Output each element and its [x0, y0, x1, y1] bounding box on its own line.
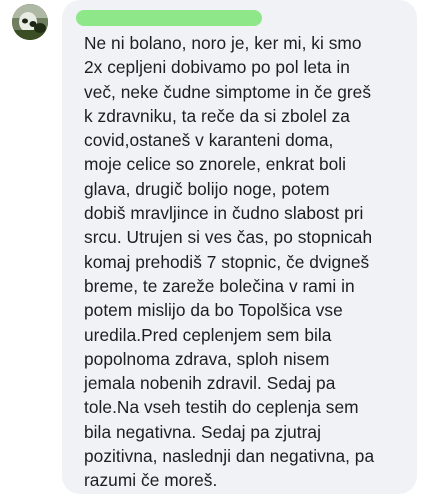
comment-bubble: Ne ni bolano, noro je, ker mi, ki smo 2x… — [62, 0, 417, 494]
profile-avatar[interactable] — [12, 4, 48, 40]
comment-text: Ne ni bolano, noro je, ker mi, ki smo 2x… — [84, 33, 375, 491]
comment-screen: Ne ni bolano, noro je, ker mi, ki smo 2x… — [0, 0, 429, 500]
profile-photo-icon — [12, 4, 48, 40]
redacted-author-name[interactable] — [76, 10, 262, 26]
